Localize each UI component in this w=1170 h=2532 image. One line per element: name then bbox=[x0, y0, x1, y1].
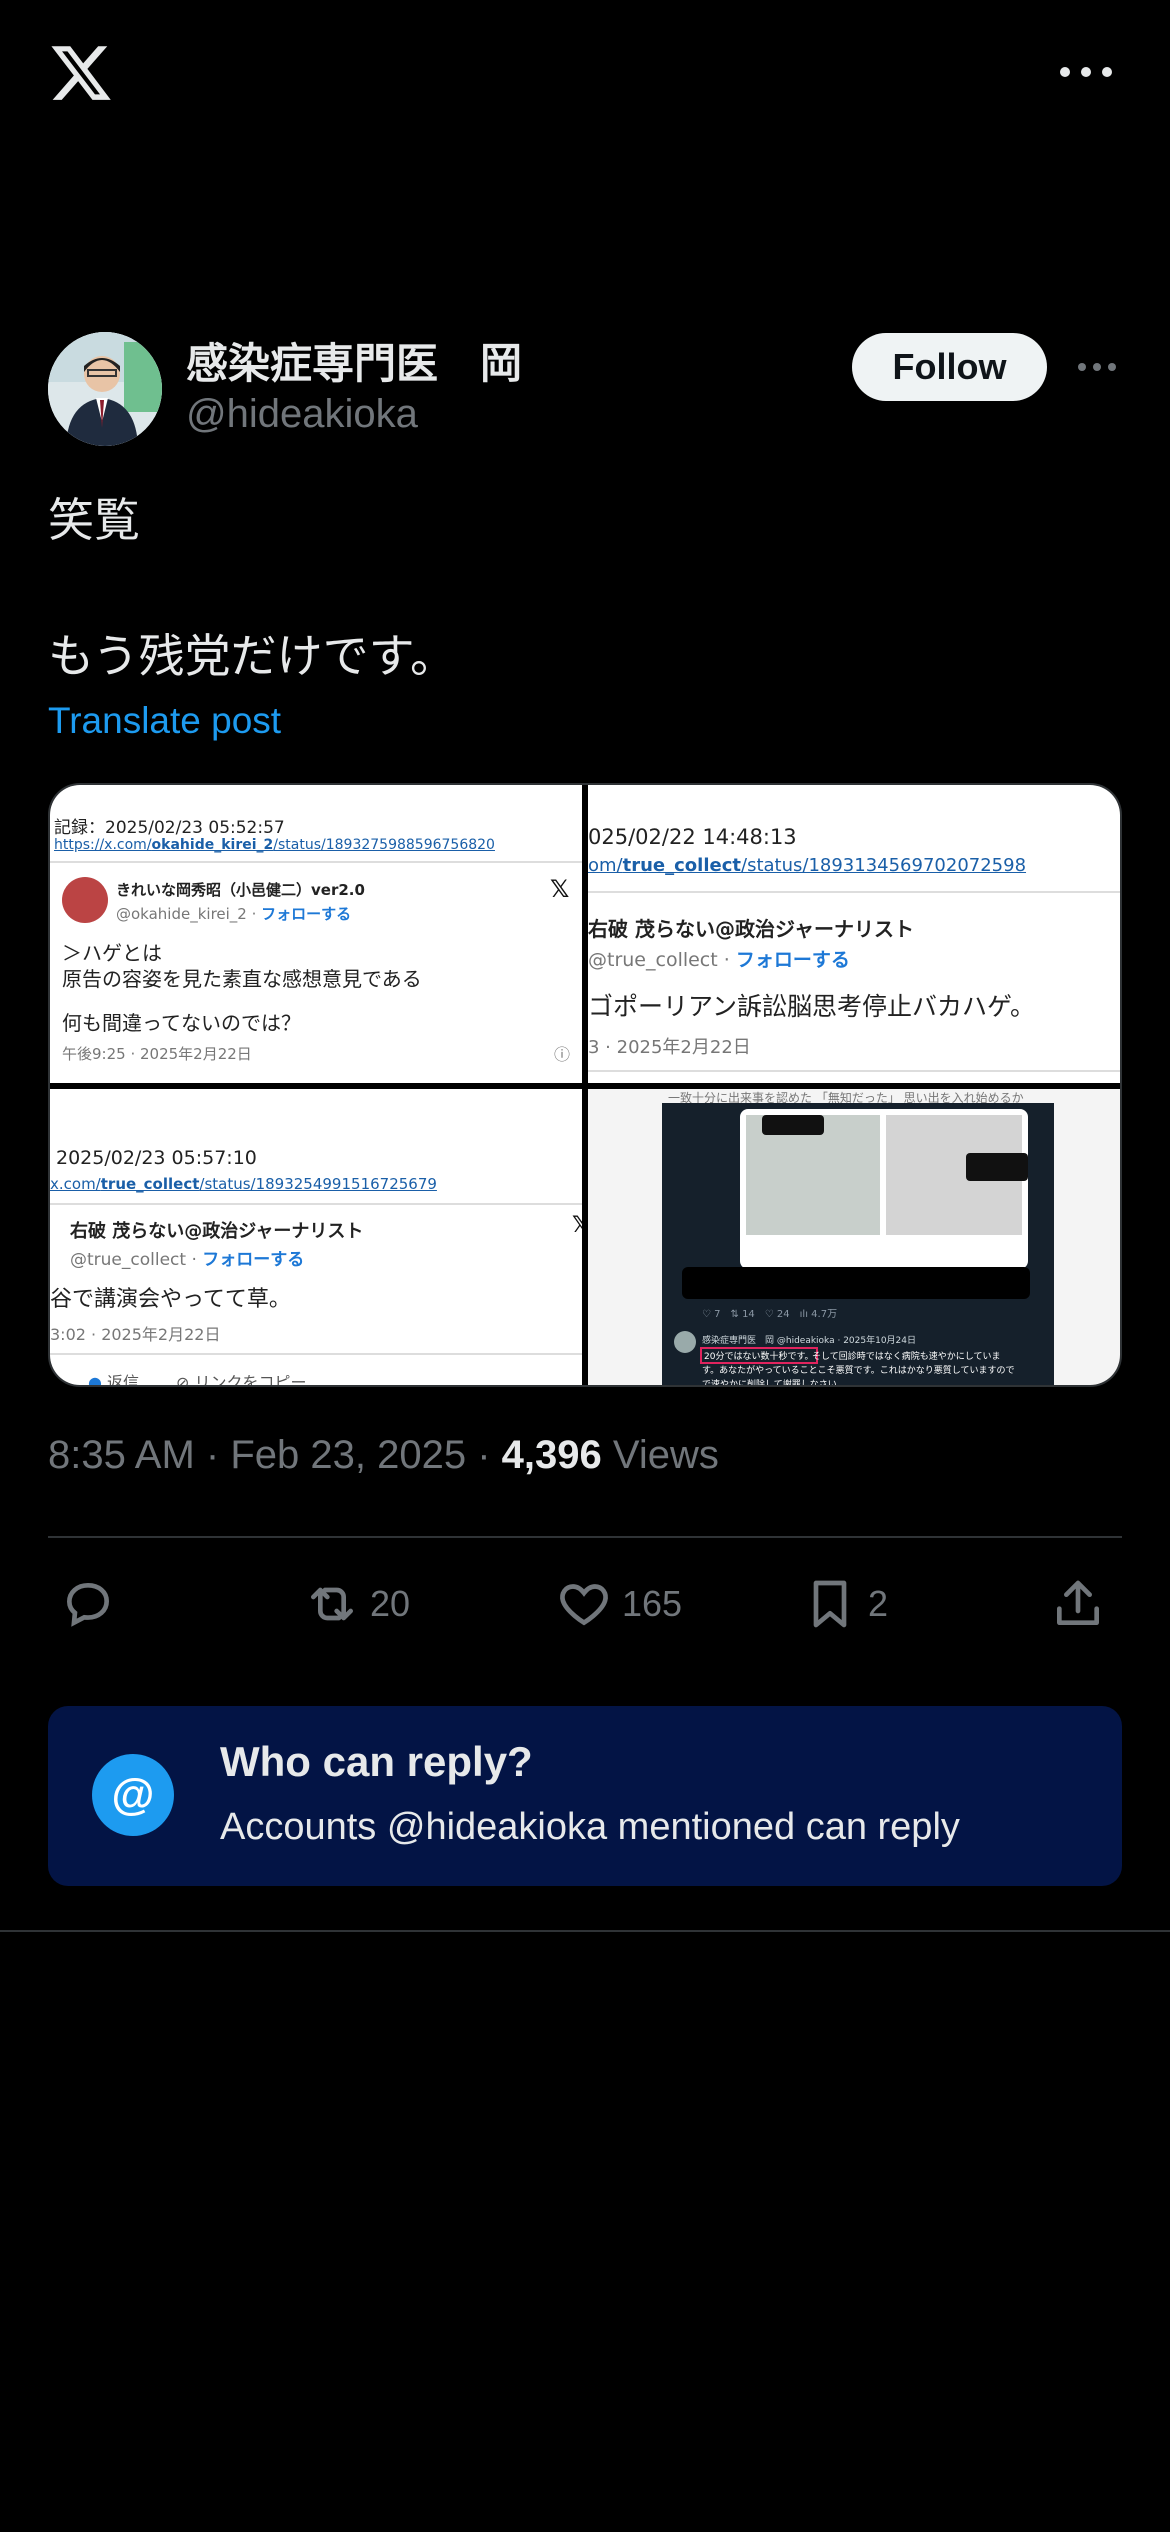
repost-icon bbox=[311, 1587, 353, 1621]
views-count: 4,396 bbox=[501, 1433, 602, 1477]
repost-button[interactable]: 20 bbox=[304, 1572, 410, 1636]
media-image-4[interactable]: 一致十分に出来事を認めた 「無知だった」 思い出を入れ始めるか ♡ 7 ⇅ 14… bbox=[588, 1089, 1120, 1385]
post-time[interactable]: 8:35 AM bbox=[48, 1433, 195, 1477]
like-button[interactable]: 165 bbox=[556, 1572, 682, 1636]
who-can-reply-box: @ Who can reply? Accounts @hideakioka me… bbox=[48, 1706, 1122, 1886]
divider bbox=[48, 1536, 1122, 1538]
author-handle[interactable]: @hideakioka bbox=[186, 392, 418, 437]
tweet-text: 笑覧 もう残党だけです。 bbox=[48, 494, 457, 682]
post-date[interactable]: Feb 23, 2025 bbox=[230, 1433, 466, 1477]
media-image-2[interactable]: 025/02/22 14:48:13 om/true_collect/statu… bbox=[588, 785, 1120, 1083]
divider bbox=[0, 1930, 1170, 1932]
share-button[interactable] bbox=[1050, 1572, 1106, 1636]
bookmark-icon bbox=[813, 1580, 847, 1628]
reply-icon bbox=[66, 1582, 110, 1627]
reply-button[interactable] bbox=[60, 1572, 116, 1636]
embedded-screenshot: ♡ 7 ⇅ 14 ♡ 24 ılı 4.7万 感染症専門医 岡 @hideaki… bbox=[662, 1103, 1054, 1385]
tweet-page: 感染症専門医 岡 @hideakioka Follow 笑覧 もう残党だけです。… bbox=[0, 0, 1170, 2532]
repost-count: 20 bbox=[370, 1583, 411, 1624]
record-text: 記録：2025/02/23 05:52:57 bbox=[54, 818, 285, 838]
info-icon: ⓘ bbox=[554, 1045, 571, 1064]
who-can-reply-title: Who can reply? bbox=[220, 1738, 533, 1785]
bookmark-button[interactable]: 2 bbox=[802, 1572, 888, 1636]
translate-post-link[interactable]: Translate post bbox=[48, 700, 281, 742]
media-grid: 記録：2025/02/23 05:52:57 https://x.com/oka… bbox=[48, 783, 1122, 1387]
record-url: https://x.com/okahide_kirei_2/status/189… bbox=[54, 837, 495, 853]
follow-button[interactable]: Follow bbox=[852, 333, 1047, 401]
media-image-3[interactable]: 2025/02/23 05:57:10 x.com/true_collect/s… bbox=[50, 1089, 582, 1385]
share-icon bbox=[1057, 1580, 1099, 1625]
x-mini-icon: 𝕏 bbox=[550, 875, 570, 903]
heart-icon bbox=[560, 1584, 608, 1626]
author-name[interactable]: 感染症専門医 岡 bbox=[186, 330, 522, 391]
like-count: 165 bbox=[622, 1583, 683, 1624]
media-image-1[interactable]: 記録：2025/02/23 05:52:57 https://x.com/oka… bbox=[50, 785, 582, 1083]
who-can-reply-subtitle: Accounts @hideakioka mentioned can reply bbox=[220, 1806, 960, 1848]
post-meta: 8:35 AM · Feb 23, 2025 · 4,396 Views bbox=[48, 1433, 719, 1477]
more-options-icon[interactable] bbox=[1060, 52, 1112, 92]
x-logo-icon[interactable] bbox=[48, 40, 114, 106]
bookmark-count: 2 bbox=[868, 1583, 889, 1624]
mini-avatar bbox=[62, 877, 108, 923]
mention-icon: @ bbox=[92, 1754, 174, 1836]
avatar[interactable] bbox=[48, 332, 162, 446]
views-label: Views bbox=[612, 1433, 719, 1477]
post-more-icon[interactable] bbox=[1078, 360, 1116, 374]
